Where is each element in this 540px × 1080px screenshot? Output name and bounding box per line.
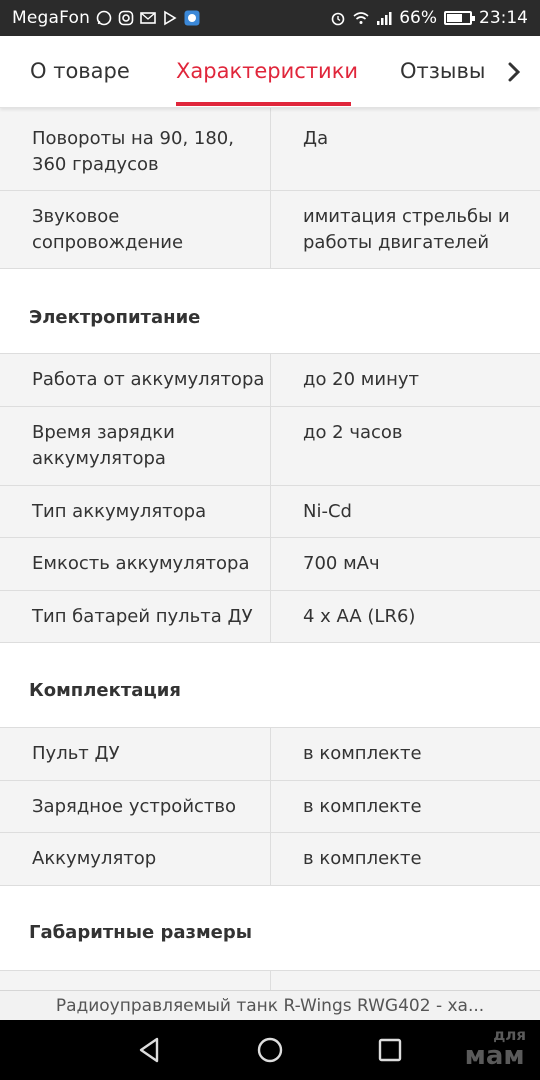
chevron-right-icon[interactable] <box>502 58 526 86</box>
spec-divider <box>270 538 271 590</box>
mail-icon <box>140 12 156 24</box>
active-tab-indicator <box>176 102 351 106</box>
spec-value: до 2 часов <box>303 422 403 443</box>
battery-icon <box>444 11 475 25</box>
spec-row: Зарядное устройство в комплекте <box>0 781 540 833</box>
spec-divider <box>270 728 271 780</box>
battery-level-fill <box>447 14 462 22</box>
status-bar: MegaFon 66% 23:14 <box>0 0 540 36</box>
section-title: Электропитание <box>29 307 201 328</box>
section-title: Габаритные размеры <box>29 922 253 943</box>
spec-divider <box>270 407 271 485</box>
section-header: Электропитание <box>0 269 540 354</box>
section-header: Комплектация <box>0 643 540 728</box>
spec-value: Да <box>303 128 329 149</box>
spec-row: Звуковое сопровождение имитация стрельбы… <box>0 191 540 269</box>
spec-divider <box>270 354 271 406</box>
carrier-name: MegaFon <box>12 8 91 28</box>
spec-label: Зарядное устройство <box>32 796 237 817</box>
tab-about-product[interactable]: О товаре <box>30 36 130 108</box>
app-notification-icon <box>184 10 200 26</box>
spec-value: имитация стрельбы и работы двигателей <box>303 206 510 253</box>
page-title-bar[interactable]: Радиоуправляемый танк R-Wings RWG402 - х… <box>0 990 540 1020</box>
spec-divider <box>270 486 271 537</box>
spec-value: до 20 минут <box>303 369 419 390</box>
spec-divider <box>270 108 271 190</box>
signal-icon <box>377 12 392 25</box>
spec-label: Повороты на 90, 180, 360 градусов <box>32 128 234 175</box>
characteristics-list: Повороты на 90, 180, 360 градусов Да Зву… <box>0 108 540 990</box>
product-tabs: О товаре Характеристики Отзывы <box>0 36 540 108</box>
whatsapp-icon <box>96 10 112 26</box>
spec-row: Тип батарей пульта ДУ 4 x AA (LR6) <box>0 591 540 643</box>
spec-divider <box>270 591 271 642</box>
watermark-logo: для мам <box>464 1026 526 1071</box>
tab-reviews[interactable]: Отзывы <box>400 36 485 108</box>
wifi-icon <box>353 12 369 24</box>
navigation-bar <box>0 1020 540 1080</box>
spec-row: Работа от аккумулятора до 20 минут <box>0 354 540 407</box>
page-title: Радиоуправляемый танк R-Wings RWG402 - х… <box>55 996 485 1016</box>
spec-divider <box>270 781 271 832</box>
instagram-icon <box>118 10 134 26</box>
spec-row: Тип аккумулятора Ni-Cd <box>0 486 540 538</box>
spec-row: Пульт ДУ в комплекте <box>0 728 540 781</box>
spec-label: Тип аккумулятора <box>32 501 207 522</box>
spec-row: Время зарядки аккумулятора до 2 часов <box>0 407 540 486</box>
back-icon[interactable] <box>135 1035 165 1065</box>
spec-label: Аккумулятор <box>32 848 157 869</box>
spec-value: в комплекте <box>303 848 422 869</box>
spec-label: Время зарядки аккумулятора <box>32 422 175 469</box>
home-icon[interactable] <box>255 1035 285 1065</box>
spec-row: Повороты на 90, 180, 360 градусов Да <box>0 108 540 191</box>
spec-row: Аккумулятор в комплекте <box>0 833 540 886</box>
battery-percent: 66% <box>399 8 437 28</box>
spec-divider <box>270 191 271 268</box>
spec-label: Работа от аккумулятора <box>32 369 265 390</box>
spec-row-partial <box>0 971 540 990</box>
section-title: Комплектация <box>29 680 181 701</box>
spec-value: 4 x AA (LR6) <box>303 606 416 627</box>
spec-label: Звуковое сопровождение <box>32 206 184 253</box>
spec-label: Тип батарей пульта ДУ <box>32 606 253 627</box>
section-header: Габаритные размеры <box>0 886 540 971</box>
spec-value: 700 мАч <box>303 553 380 574</box>
spec-row: Емкость аккумулятора 700 мАч <box>0 538 540 591</box>
spec-value: в комплекте <box>303 743 422 764</box>
recent-apps-icon[interactable] <box>375 1035 405 1065</box>
spec-value: Ni-Cd <box>303 501 352 522</box>
spec-label: Пульт ДУ <box>32 743 120 764</box>
clock: 23:14 <box>479 8 528 28</box>
spec-label: Емкость аккумулятора <box>32 553 250 574</box>
tab-characteristics[interactable]: Характеристики <box>176 36 358 108</box>
spec-value: в комплекте <box>303 796 422 817</box>
spec-divider <box>270 833 271 885</box>
spec-divider <box>270 971 271 990</box>
play-store-icon <box>164 10 177 26</box>
alarm-icon <box>331 12 345 26</box>
